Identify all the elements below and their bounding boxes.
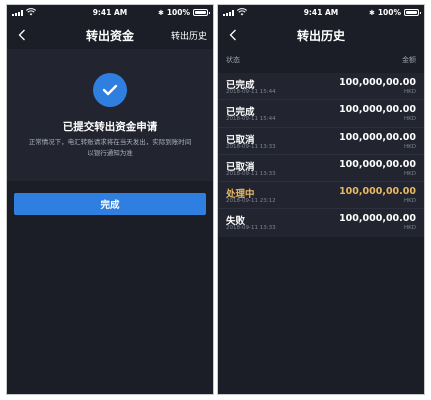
- history-list: 已完成 2018-09-11 15:44 100,000,00.00 HKD 已…: [218, 73, 424, 237]
- bluetooth-icon: ✱: [157, 8, 164, 17]
- record-amount: 100,000,00.00: [339, 158, 416, 170]
- record-currency: HKD: [404, 198, 416, 205]
- battery-icon: [193, 9, 210, 16]
- record-currency: HKD: [404, 143, 416, 150]
- page-title: 转出历史: [296, 29, 345, 43]
- record-date: 2018-09-11 13:33: [226, 170, 276, 177]
- history-list-panel: 状态 金额 已完成 2018-09-11 15:44 100,000,00.00…: [218, 49, 424, 394]
- check-circle-icon: [93, 73, 127, 107]
- record-date: 2018-09-11 13:33: [226, 225, 276, 232]
- chevron-left-icon[interactable]: [13, 25, 31, 45]
- success-panel: 已提交转出资金申请 正常情况下，电汇转账请求将在当天发出，实际到账时间以银行通知…: [7, 49, 213, 181]
- record-date: 2018-09-11 15:44: [226, 116, 276, 123]
- nav-bar: 转出资金 转出历史: [7, 21, 213, 49]
- record-date: 2018-09-11 23:12: [226, 198, 276, 205]
- success-title: 已提交转出资金申请: [62, 121, 158, 133]
- battery-icon: [404, 9, 421, 16]
- nav-bar: 转出历史: [218, 21, 424, 49]
- history-record-row[interactable]: 失败 2018-09-11 13:33 100,000,00.00 HKD: [218, 209, 424, 236]
- record-amount: 100,000,00.00: [339, 104, 416, 116]
- done-button[interactable]: 完成: [14, 193, 206, 215]
- record-currency: HKD: [404, 225, 416, 232]
- history-record-row[interactable]: 已完成 2018-09-11 15:44 100,000,00.00 HKD: [218, 100, 424, 128]
- bluetooth-icon: ✱: [368, 8, 375, 17]
- record-amount: 100,000,00.00: [339, 186, 416, 198]
- status-bar: 9:41 AM ✱ 100%: [7, 5, 213, 21]
- transfer-out-screen: 9:41 AM ✱ 100% 转出资金 转出历史 已提交转出资金申请 正常情况下…: [6, 4, 214, 395]
- record-currency: HKD: [404, 89, 416, 95]
- success-description: 正常情况下，电汇转账请求将在当天发出，实际到账时间以银行通知为准: [28, 138, 192, 157]
- record-amount: 100,000,00.00: [339, 131, 416, 143]
- record-currency: HKD: [404, 116, 416, 123]
- status-bar: 9:41 AM ✱ 100%: [218, 5, 424, 21]
- history-record-row[interactable]: 已完成 2018-09-11 15:44 100,000,00.00 HKD: [218, 73, 424, 101]
- record-currency: HKD: [404, 170, 416, 177]
- list-header: 状态 金额: [226, 55, 416, 67]
- record-amount: 100,000,00.00: [339, 213, 416, 225]
- amount-column-header: 金额: [402, 56, 416, 64]
- record-date: 2018-09-11 15:44: [226, 89, 276, 95]
- record-date: 2018-09-11 13:33: [226, 143, 276, 150]
- record-amount: 100,000,00.00: [339, 77, 416, 88]
- history-record-row[interactable]: 处理中 2018-09-11 23:12 100,000,00.00 HKD: [218, 182, 424, 210]
- battery-percent: 100%: [377, 8, 401, 17]
- chevron-left-icon[interactable]: [224, 25, 242, 45]
- history-record-row[interactable]: 已取消 2018-09-11 13:33 100,000,00.00 HKD: [218, 155, 424, 183]
- battery-percent: 100%: [166, 8, 190, 17]
- history-record-row[interactable]: 已取消 2018-09-11 13:33 100,000,00.00 HKD: [218, 128, 424, 155]
- transfer-history-link[interactable]: 转出历史: [171, 29, 207, 42]
- transfer-history-screen: 9:41 AM ✱ 100% 转出历史 状态 金额 已完成 2018-09-11…: [217, 4, 425, 395]
- status-column-header: 状态: [226, 56, 240, 64]
